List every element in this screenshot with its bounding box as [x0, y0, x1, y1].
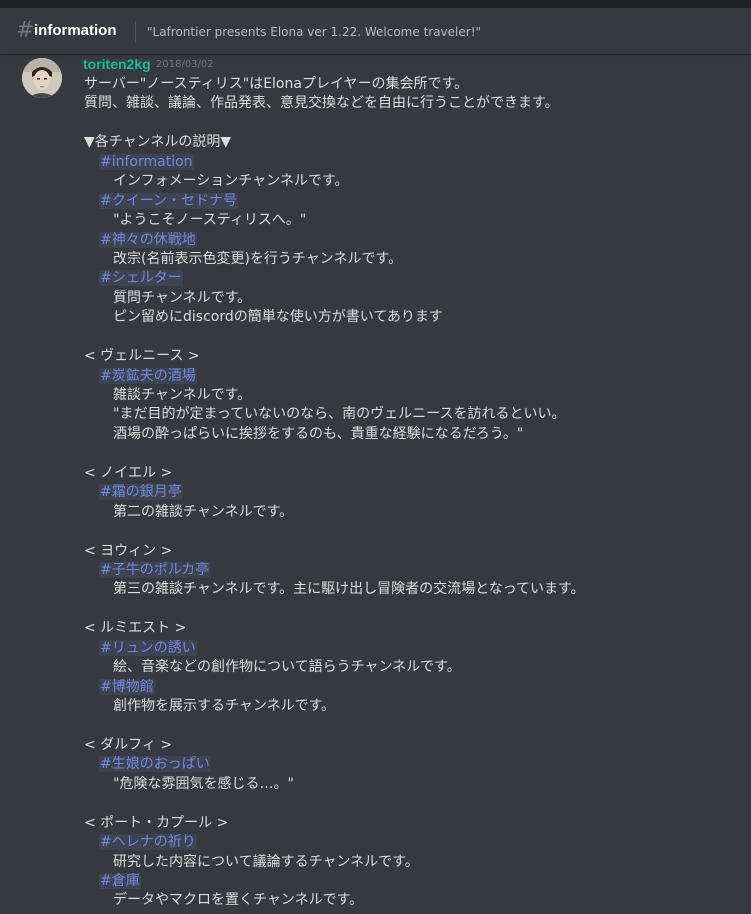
message-line: 質問チャンネルです。 — [84, 289, 585, 308]
message-line: 研究した内容について議論するチャンネルです。 — [84, 853, 585, 872]
message-line: #生娘のおっぱい — [84, 755, 585, 774]
message-line: #神々の休戦地 — [84, 231, 585, 250]
channel-mention-link[interactable]: #リュンの誘い — [99, 639, 197, 656]
message-line-text: 第二の雑談チャンネルです。 — [113, 503, 294, 520]
message-line: < ヴェルニース > — [84, 347, 585, 366]
message-line: 酒場の酔っぱらいに挨拶をするのも、貴重な経験になるだろう。" — [84, 425, 585, 444]
message-line: データやマクロを置くチャンネルです。 — [84, 891, 585, 910]
message-username[interactable]: toriten2kg — [83, 56, 151, 73]
message-line-text: 改宗(名前表示色変更)を行うチャンネルです。 — [113, 250, 403, 267]
message-line-text: 質問チャンネルです。 — [113, 289, 252, 306]
message-line-text: サーバー"ノースティリス"はElonaプレイヤーの集会所です。 — [84, 76, 469, 92]
message-line-text: 絵、音楽などの創作物について語らうチャンネルです。 — [113, 659, 461, 676]
message-line: #霜の銀月亭 — [84, 483, 585, 502]
channel-mention-link[interactable]: #クイーン・セドナ号 — [99, 192, 239, 209]
message-line-text: < ヨウィン > — [84, 542, 173, 559]
message-line: "ようこそノースティリスへ。" — [84, 211, 585, 230]
message-line-text: データやマクロを置くチャンネルです。 — [113, 892, 364, 909]
message-line: #information — [84, 153, 585, 172]
message-line: #博物館 — [84, 678, 585, 697]
window-top-strip — [0, 0, 751, 8]
message-line-text: < ノイエル > — [84, 464, 173, 481]
channel-mention-link[interactable]: #倉庫 — [99, 872, 141, 889]
message-line: < ポート・カプール > — [84, 814, 585, 833]
message-line-text: "まだ目的が定まっていないのなら、南のヴェルニースを訪れるといい。 — [113, 406, 566, 423]
message-line: #倉庫 — [84, 872, 585, 891]
channel-mention-link[interactable]: #博物館 — [99, 678, 155, 695]
message-line: #炭鉱夫の酒場 — [84, 367, 585, 386]
message-line: #シェルター — [84, 269, 585, 288]
message-line-text: < ヴェルニース > — [84, 348, 200, 365]
message-line-text: 研究した内容について議論するチャンネルです。 — [113, 853, 419, 870]
message-line-text: < ポート・カプール > — [84, 814, 229, 831]
channel-mention-link[interactable]: #霜の銀月亭 — [99, 484, 183, 501]
message-timestamp: 2018/03/02 — [156, 59, 214, 70]
message-line: #リュンの誘い — [84, 639, 585, 658]
channel-mention-link[interactable]: #子牛のポルカ亭 — [99, 561, 211, 578]
message-line-text: 第三の雑談チャンネルです。主に駆け出し冒険者の交流場となっています。 — [113, 581, 585, 598]
message-line: ピン留めにdiscordの簡単な使い方が書いてあります — [84, 308, 585, 327]
channel-header: # information "Lafrontier presents Elona… — [0, 8, 751, 54]
message-line: #ヘレナの祈り — [84, 833, 585, 852]
message-line-text: < ダルフィ > — [84, 736, 173, 753]
header-divider — [135, 21, 136, 43]
channel-mention-link[interactable]: #ヘレナの祈り — [99, 834, 197, 851]
message-content: サーバー"ノースティリス"はElonaプレイヤーの集会所です。質問、雑談、議論、… — [84, 75, 585, 911]
channel-name: information — [34, 22, 117, 39]
message-line: 改宗(名前表示色変更)を行うチャンネルです。 — [84, 250, 585, 269]
channel-mention-link[interactable]: #information — [99, 153, 194, 170]
message-line: 絵、音楽などの創作物について語らうチャンネルです。 — [84, 658, 585, 677]
avatar[interactable] — [22, 58, 62, 98]
message-line: 雑談チャンネルです。 — [84, 386, 585, 405]
message-line-text: ▼各チャンネルの説明▼ — [84, 134, 232, 151]
hash-icon: # — [16, 18, 35, 43]
message-line: "危険な雰囲気を感じる…。" — [84, 775, 585, 794]
message-line: < ヨウィン > — [84, 542, 585, 561]
channel-mention-link[interactable]: #神々の休戦地 — [99, 231, 197, 248]
message-line: < ルミエスト > — [84, 619, 585, 638]
message-line: #クイーン・セドナ号 — [84, 192, 585, 211]
message-line: #子牛のポルカ亭 — [84, 561, 585, 580]
channel-mention-link[interactable]: #シェルター — [99, 270, 183, 287]
message-line: 第二の雑談チャンネルです。 — [84, 503, 585, 522]
channel-mention-link[interactable]: #炭鉱夫の酒場 — [99, 367, 197, 384]
message-line-text: 質問、雑談、議論、作品発表、意見交換などを自由に行うことができます。 — [84, 95, 559, 112]
message-line-text: 酒場の酔っぱらいに挨拶をするのも、貴重な経験になるだろう。" — [113, 425, 524, 442]
message-line: 質問、雑談、議論、作品発表、意見交換などを自由に行うことができます。 — [84, 94, 585, 113]
message-line: サーバー"ノースティリス"はElonaプレイヤーの集会所です。 — [84, 75, 585, 94]
message-line-text: "ようこそノースティリスへ。" — [113, 212, 307, 229]
message-line-text: < ルミエスト > — [84, 620, 187, 637]
message-line: 創作物を展示するチャンネルです。 — [84, 697, 585, 716]
message-line: < ノイエル > — [84, 464, 585, 483]
channel-mention-link[interactable]: #生娘のおっぱい — [99, 756, 211, 773]
message-line: "まだ目的が定まっていないのなら、南のヴェルニースを訪れるといい。 — [84, 405, 585, 424]
message-line-text: 創作物を展示するチャンネルです。 — [113, 698, 336, 714]
message-line: < ダルフィ > — [84, 736, 585, 755]
message-line-text: 雑談チャンネルです。 — [113, 387, 252, 403]
channel-topic: "Lafrontier presents Elona ver 1.22. Wel… — [147, 25, 482, 39]
message-line-text: ピン留めにdiscordの簡単な使い方が書いてあります — [113, 309, 443, 326]
message-line: インフォメーションチャンネルです。 — [84, 172, 585, 191]
message-line: 第三の雑談チャンネルです。主に駆け出し冒険者の交流場となっています。 — [84, 580, 585, 599]
message-line-text: インフォメーションチャンネルです。 — [113, 173, 349, 190]
message-line: ▼各チャンネルの説明▼ — [84, 133, 585, 152]
message-line-text: "危険な雰囲気を感じる…。" — [113, 775, 294, 792]
avatar-portrait-icon — [22, 58, 62, 98]
